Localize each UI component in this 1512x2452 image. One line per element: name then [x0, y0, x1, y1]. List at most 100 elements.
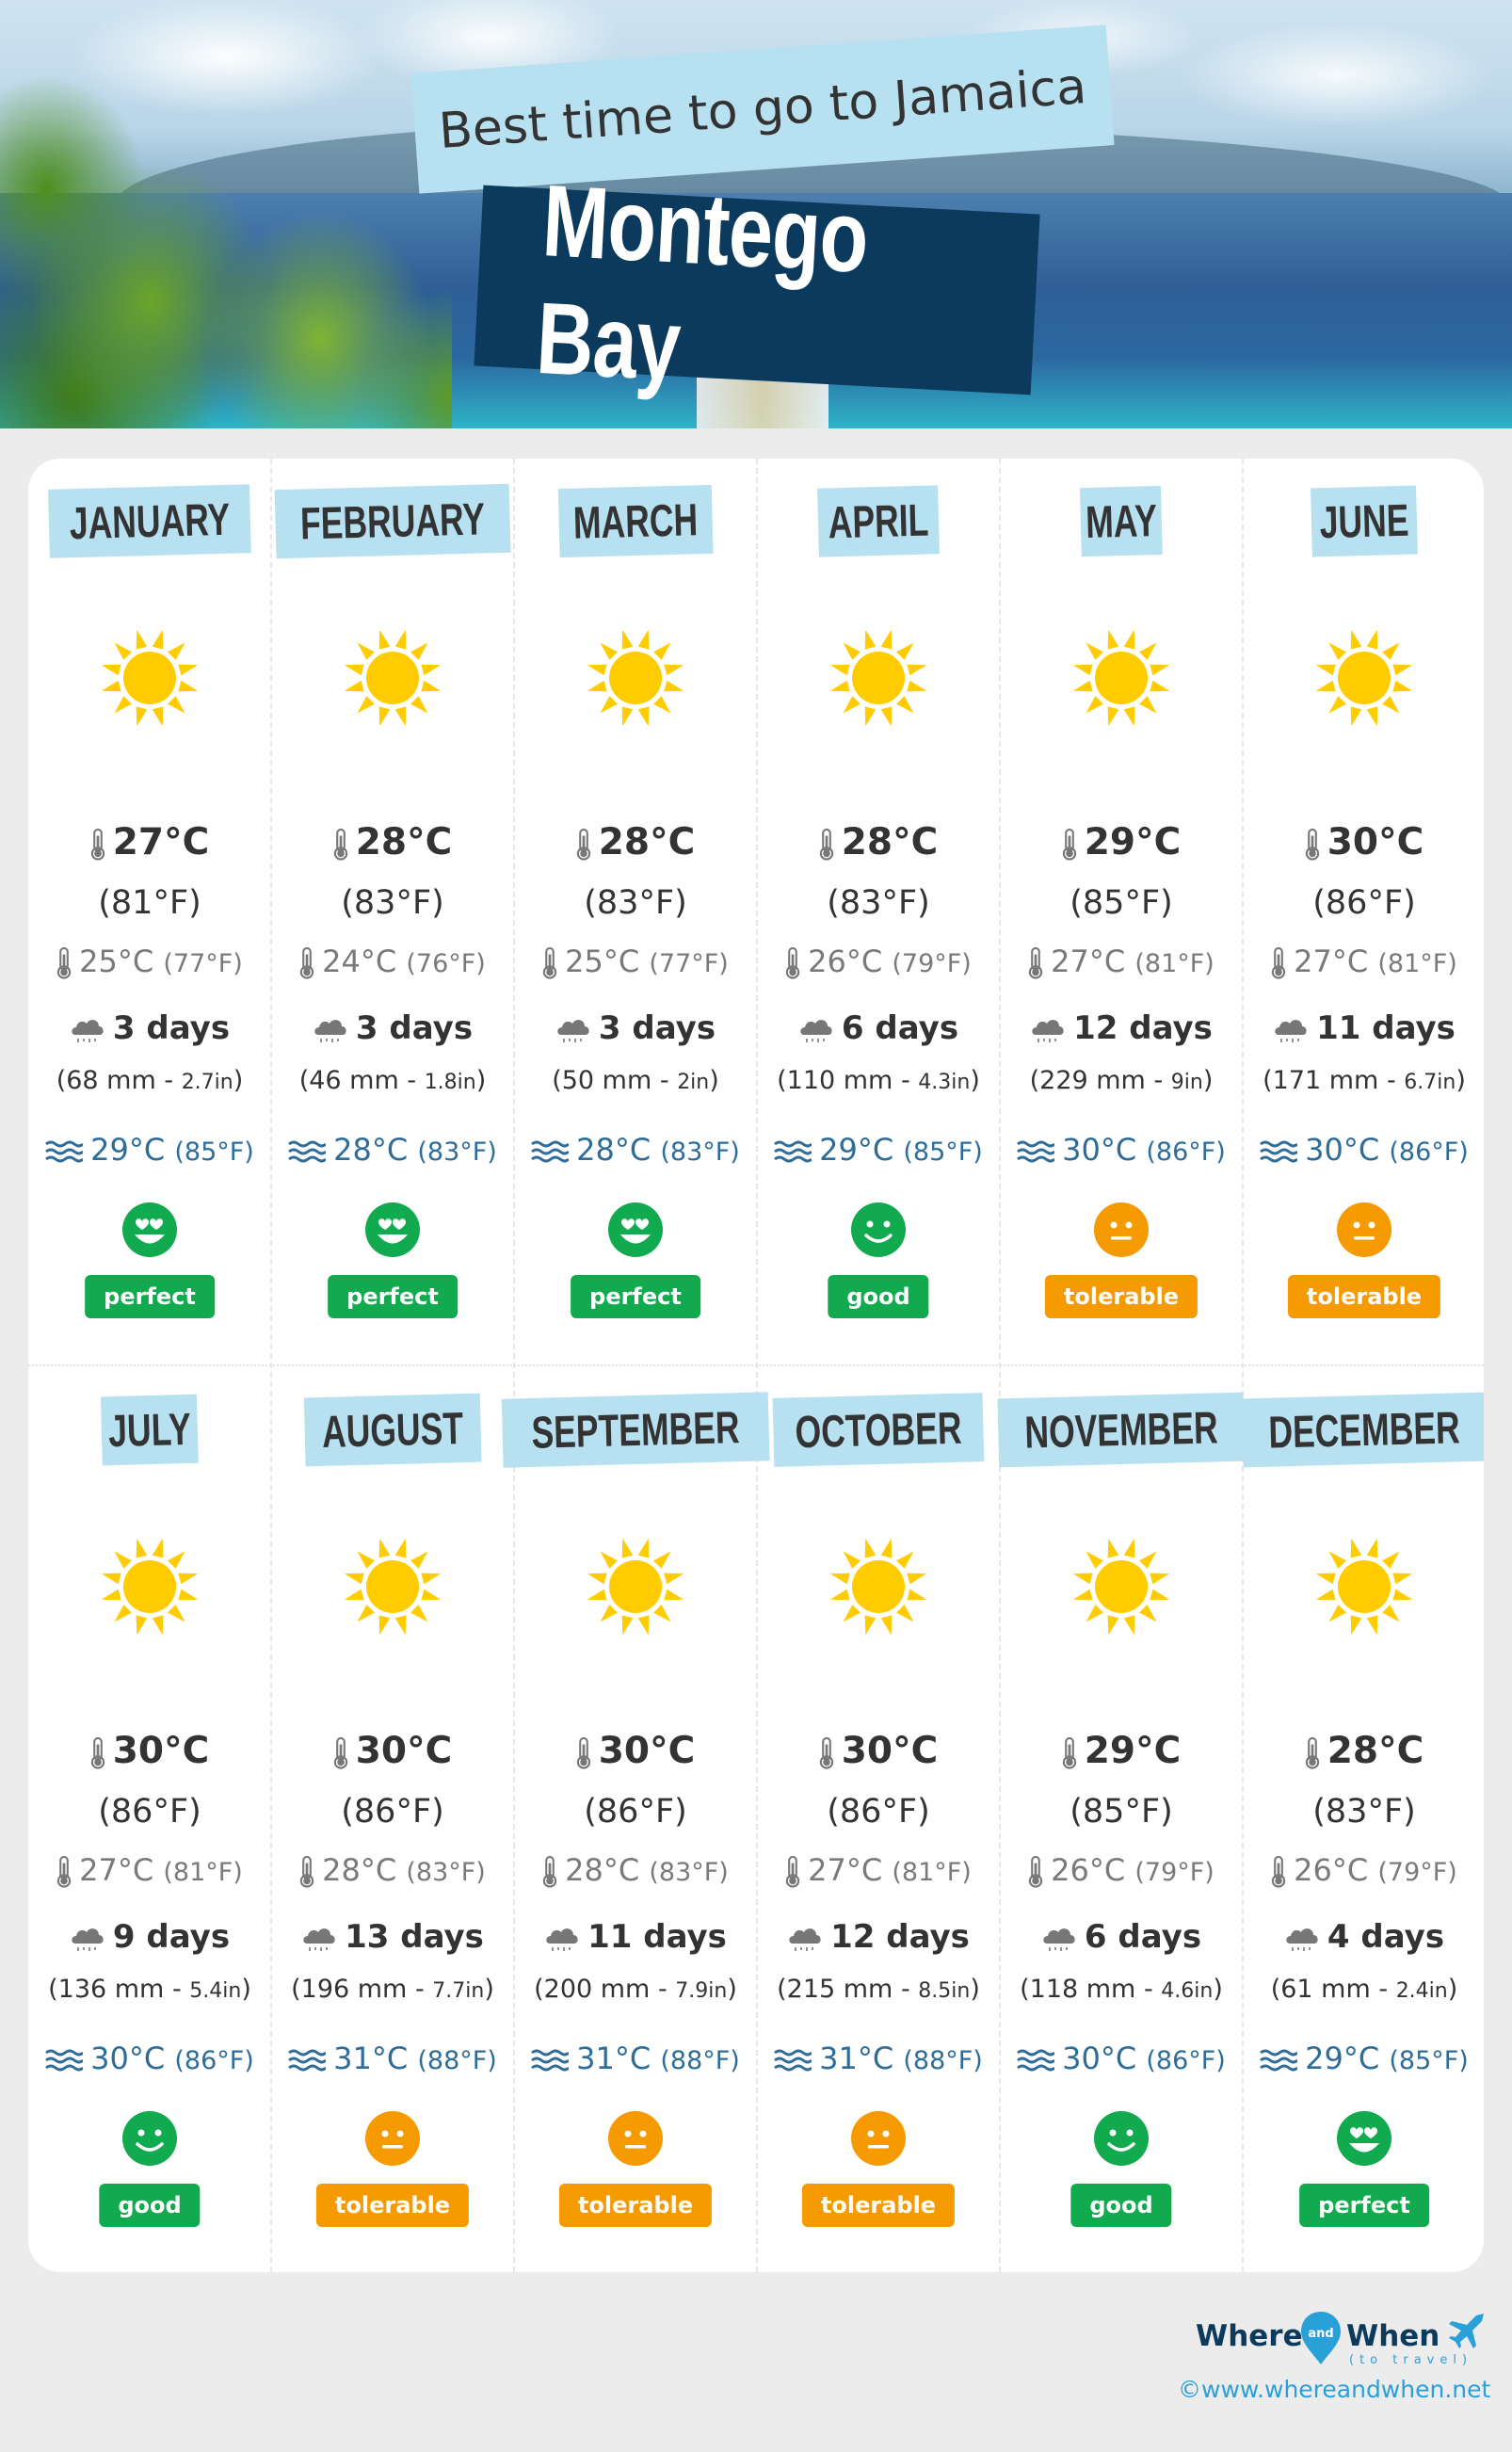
- thermometer-icon: [1271, 947, 1286, 979]
- max-temp-c: 28°C: [1327, 1730, 1424, 1772]
- month-label-box: AUGUST: [303, 1393, 482, 1467]
- max-temp-f: (83°F): [1312, 1793, 1416, 1831]
- sea-temp-c: 28°C: [333, 1132, 409, 1168]
- rain-days: 11 days: [1243, 1009, 1484, 1047]
- month-label-box: MARCH: [557, 484, 714, 558]
- rain-days: 12 days: [1000, 1009, 1243, 1047]
- max-temp: 30°C: [28, 1730, 271, 1772]
- rating-badge: good: [828, 1275, 929, 1318]
- rain-days: 3 days: [28, 1009, 271, 1047]
- sun-icon: [1312, 626, 1416, 730]
- rain-days: 13 days: [271, 1918, 514, 1956]
- max-temp-f: (83°F): [584, 884, 687, 922]
- thermometer-icon: [90, 1736, 105, 1769]
- month-label-box: DECEMBER: [1241, 1392, 1484, 1468]
- rain-days: 12 days: [757, 1918, 1000, 1956]
- rain-days: 11 days: [514, 1918, 757, 1956]
- rain-days-value: 3 days: [112, 1009, 231, 1047]
- sea-temp-c: 30°C: [1062, 2041, 1137, 2076]
- max-temp-c: 29°C: [1084, 821, 1182, 863]
- copyright-link[interactable]: ©www.whereandwhen.net: [1178, 2376, 1490, 2403]
- rain-cloud-icon: [1043, 1928, 1075, 1951]
- whereandwhen-logo[interactable]: Where and When (to travel): [1196, 2312, 1488, 2378]
- thermometer-icon: [299, 1856, 314, 1888]
- rainfall-close-paren: ): [970, 1066, 980, 1095]
- min-temp-c: 26°C: [1294, 1852, 1369, 1888]
- rainfall-mm: (136 mm -: [48, 1975, 190, 2004]
- min-temp-c: 27°C: [808, 1852, 883, 1888]
- max-temp: 29°C: [1000, 821, 1243, 863]
- thermometer-icon: [56, 1856, 72, 1888]
- sea-temp-f: (86°F): [174, 2046, 254, 2075]
- sea-temp-c: 31°C: [333, 2041, 409, 2076]
- rainfall-in: 2.4in: [1395, 1979, 1448, 2003]
- rainfall-close-paren: ): [484, 1975, 494, 2004]
- rainfall: (118 mm - 4.6in): [1000, 1975, 1243, 2004]
- sun-icon: [584, 626, 687, 730]
- sea-waves-icon: [1017, 2049, 1055, 2072]
- rainfall: (229 mm - 9in): [1000, 1066, 1243, 1095]
- sea-temp-f: (88°F): [660, 2046, 740, 2075]
- rainfall-in: 7.9in: [675, 1979, 728, 2003]
- heart-eyes-face-icon: [1337, 2111, 1391, 2166]
- max-temp: 28°C: [757, 821, 1000, 863]
- max-temp-c: 30°C: [355, 1730, 453, 1772]
- thermometer-icon: [1028, 1856, 1043, 1888]
- max-temp-c: 28°C: [841, 821, 939, 863]
- max-temp: 27°C: [28, 821, 271, 863]
- thermometer-icon: [1062, 1736, 1076, 1769]
- sea-temp-f: (86°F): [1389, 1137, 1469, 1167]
- rain-days-value: 6 days: [1084, 1918, 1202, 1956]
- sea-temp-c: 30°C: [1305, 1132, 1380, 1168]
- sea-temp-f: (83°F): [417, 1137, 497, 1167]
- rainfall-mm: (46 mm -: [298, 1066, 425, 1095]
- month-name: DECEMBER: [1267, 1403, 1461, 1459]
- thermometer-icon: [56, 947, 72, 979]
- thermometer-icon: [576, 828, 590, 861]
- airplane-icon: [1449, 2314, 1484, 2348]
- heart-eyes-face-icon: [608, 1202, 663, 1257]
- sun-icon: [1312, 1535, 1416, 1638]
- rainfall: (136 mm - 5.4in): [28, 1975, 271, 2004]
- min-temp-f: (79°F): [1134, 1858, 1214, 1887]
- rain-cloud-icon: [1286, 1928, 1318, 1951]
- max-temp-f: (86°F): [584, 1793, 687, 1831]
- sea-waves-icon: [531, 2049, 570, 2072]
- rain-cloud-icon: [546, 1928, 578, 1951]
- rain-days-value: 12 days: [1073, 1009, 1213, 1047]
- min-temp-f: (83°F): [406, 1858, 486, 1887]
- min-temp: 24°C (76°F): [271, 944, 514, 979]
- rain-cloud-icon: [1275, 1019, 1307, 1042]
- rainfall-in: 9in: [1170, 1071, 1203, 1094]
- thermometer-icon: [1062, 828, 1076, 861]
- sea-temp-c: 29°C: [819, 1132, 894, 1168]
- rain-days: 6 days: [1000, 1918, 1243, 1956]
- hero-banner: Best time to go to Jamaica Montego Bay: [0, 0, 1512, 428]
- thermometer-icon: [785, 947, 800, 979]
- max-temp-f: (83°F): [341, 884, 444, 922]
- month-label-box: JANUARY: [47, 484, 252, 558]
- month-cell-february: FEBRUARY 28°C (83°F) 24°C (76°F) 3 days …: [271, 459, 514, 1363]
- rating-badge: perfect: [85, 1275, 215, 1318]
- smiley-face-icon: [122, 2111, 177, 2166]
- rainfall: (171 mm - 6.7in): [1243, 1066, 1484, 1095]
- rainfall-close-paren: ): [1213, 1975, 1223, 2004]
- sun-icon: [584, 1535, 687, 1638]
- sea-temp: 29°C (85°F): [1243, 2041, 1484, 2076]
- month-name: APRIL: [828, 495, 929, 549]
- rain-cloud-icon: [1032, 1019, 1064, 1042]
- max-temp-c: 28°C: [355, 821, 453, 863]
- rainfall: (215 mm - 8.5in): [757, 1975, 1000, 2004]
- sea-waves-icon: [774, 1140, 812, 1163]
- sea-temp: 31°C (88°F): [757, 2041, 1000, 2076]
- tropical-trees: [0, 56, 452, 428]
- max-temp: 28°C: [271, 821, 514, 863]
- max-temp: 28°C: [1243, 1730, 1484, 1772]
- thermometer-icon: [1271, 1856, 1286, 1888]
- thermometer-icon: [819, 1736, 833, 1769]
- logo-and: and: [1308, 2327, 1333, 2341]
- sea-waves-icon: [531, 1140, 570, 1163]
- sun-icon: [341, 626, 444, 730]
- rain-cloud-icon: [303, 1928, 335, 1951]
- month-cell-january: JANUARY 27°C (81°F) 25°C (77°F) 3 days (…: [28, 459, 271, 1363]
